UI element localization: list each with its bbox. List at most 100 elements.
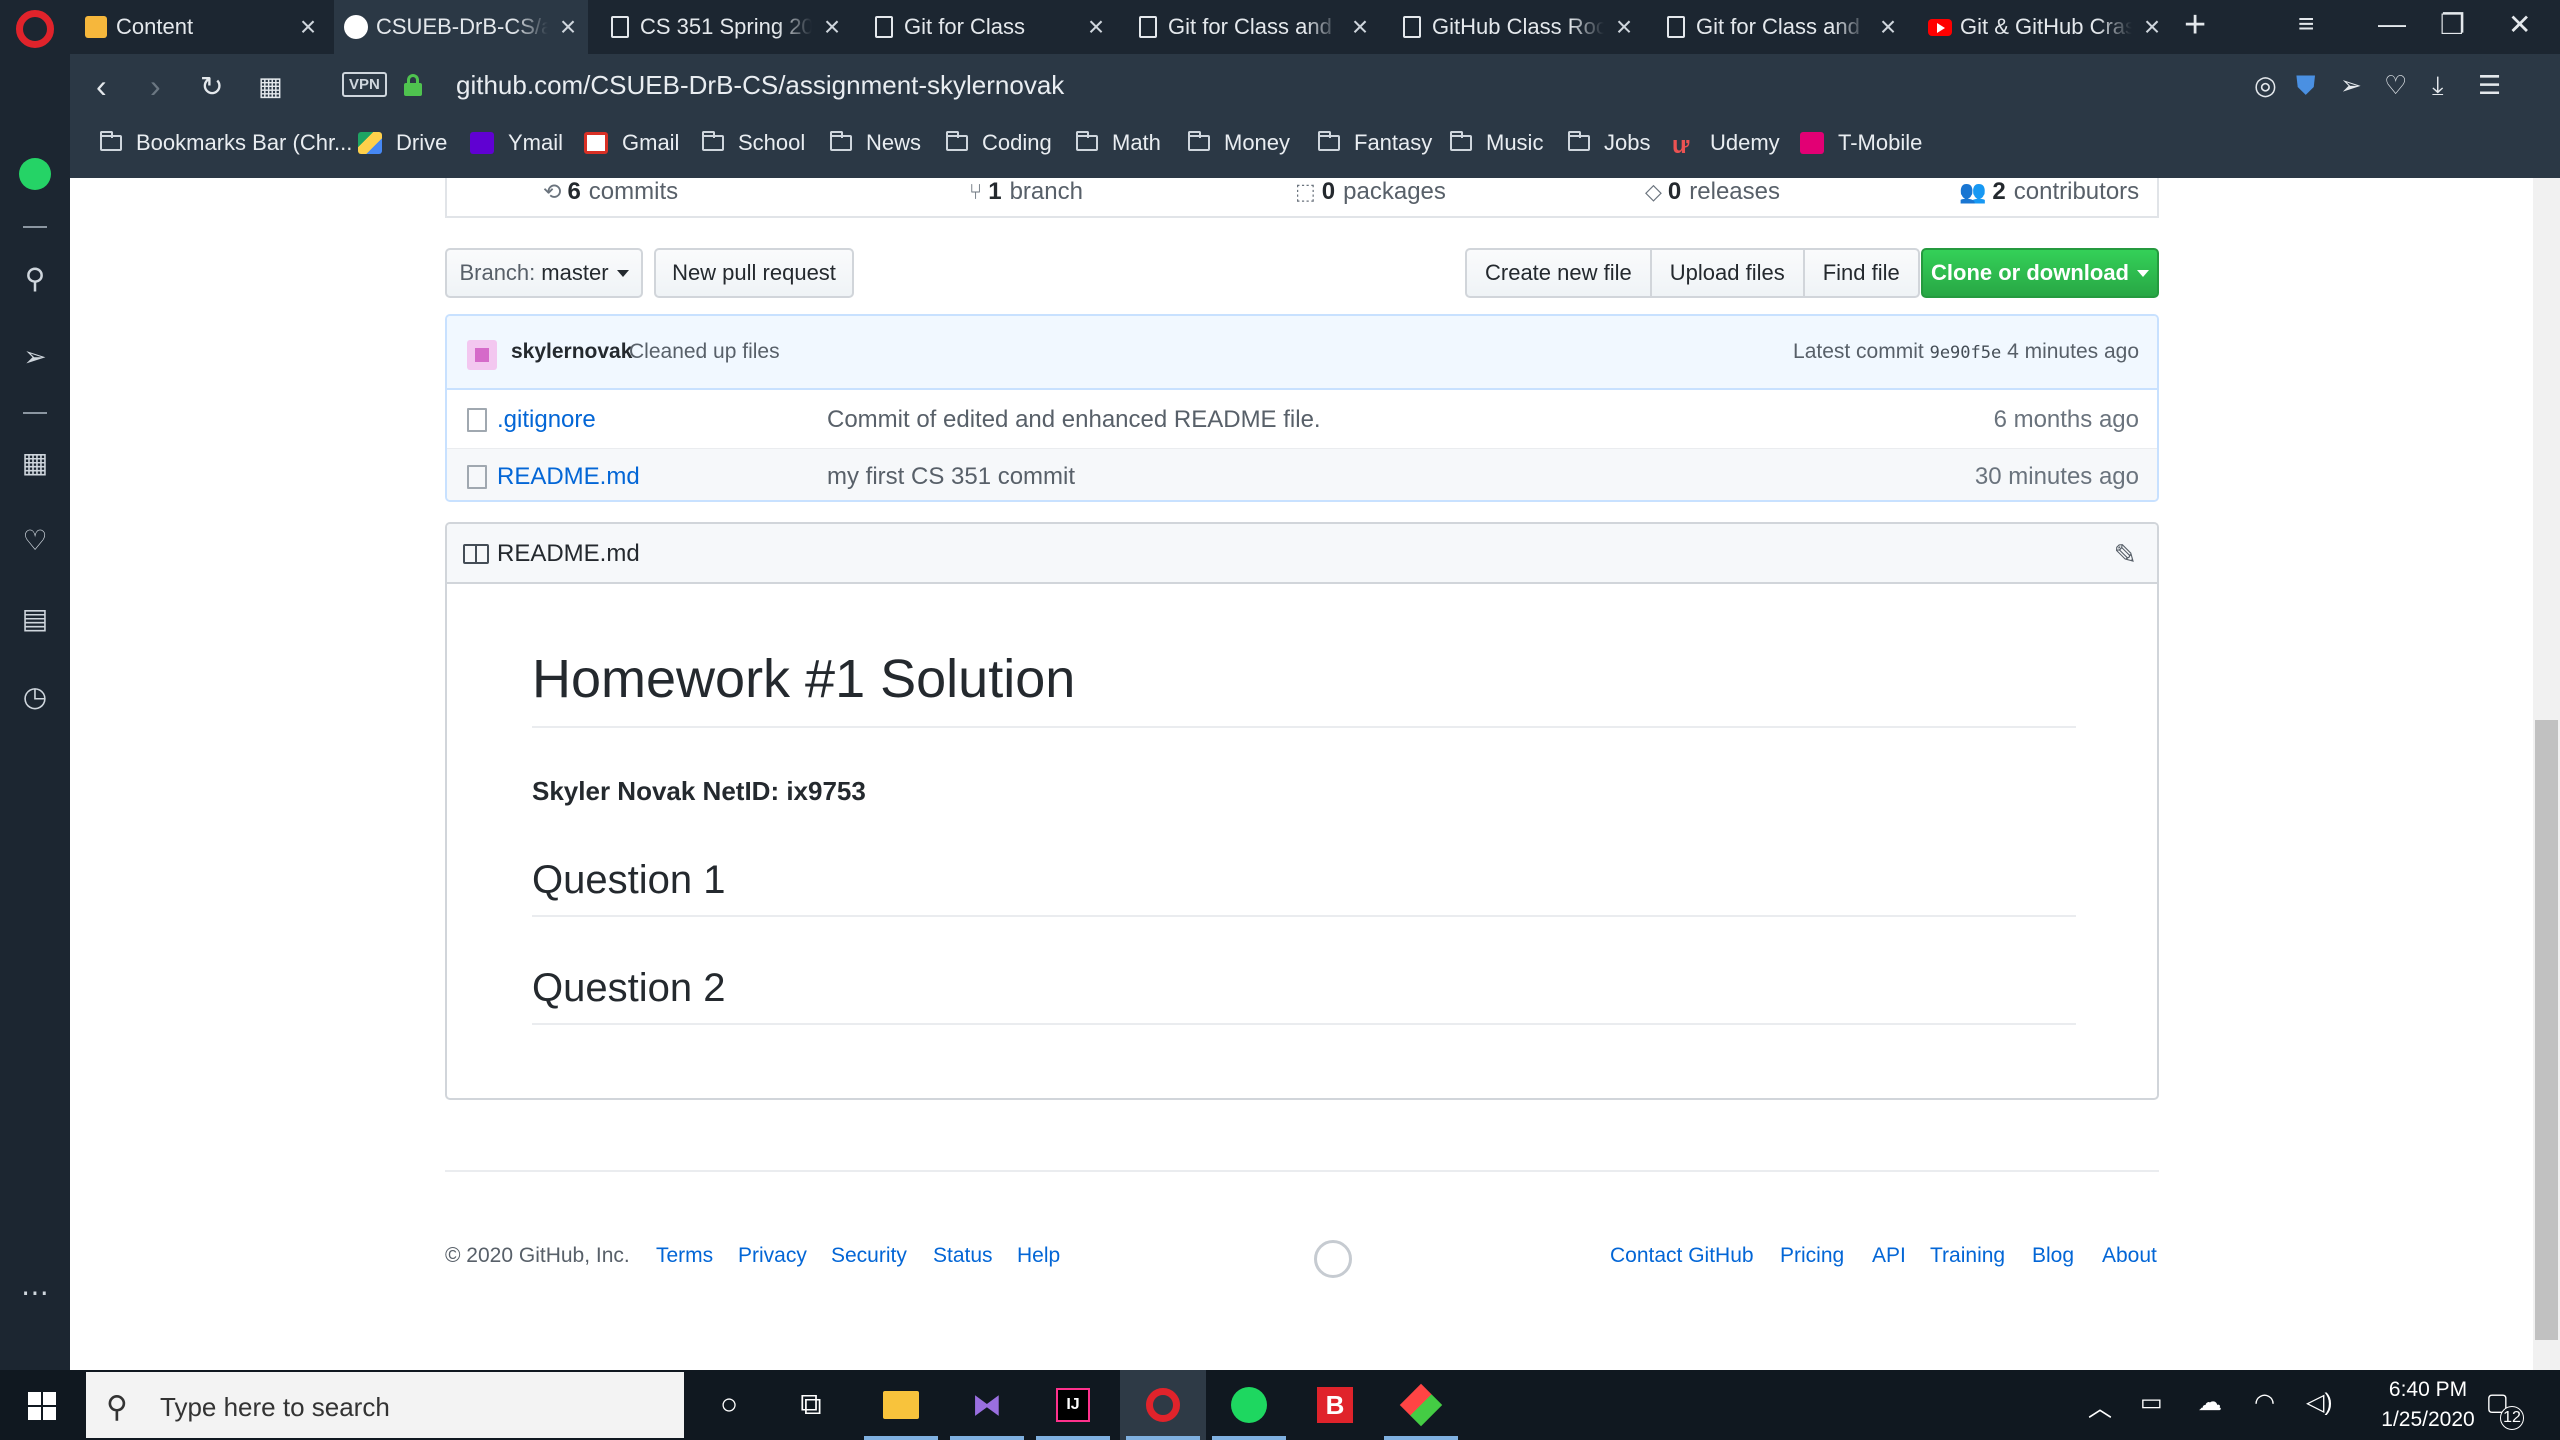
minimize-icon[interactable]: — [2378, 8, 2406, 40]
file-name-link[interactable]: .gitignore [497, 406, 596, 434]
download-icon[interactable]: ⤓ [2432, 70, 2444, 102]
file-explorer-icon[interactable] [878, 1382, 924, 1428]
bookmark-fantasy[interactable]: Fantasy [1318, 130, 1432, 156]
bookmark-ymail[interactable]: Ymail [470, 130, 563, 156]
cortana-icon[interactable]: ○ [706, 1382, 752, 1428]
bookmark-gmail[interactable]: Gmail [584, 130, 679, 156]
send-icon[interactable]: ➢ [2340, 70, 2362, 101]
avatar[interactable] [467, 340, 497, 370]
bookmark-school[interactable]: School [702, 130, 805, 156]
footer-link-training[interactable]: Training [1930, 1244, 2005, 1268]
close-window-icon[interactable]: ✕ [2508, 8, 2531, 41]
file-name-link[interactable]: README.md [497, 463, 640, 491]
footer-link-api[interactable]: API [1872, 1244, 1906, 1268]
footer-link-security[interactable]: Security [831, 1244, 907, 1268]
clone-or-download-button[interactable]: Clone or download [1921, 248, 2159, 298]
news-icon[interactable]: ▤ [0, 602, 70, 635]
close-icon[interactable]: × [1604, 11, 1644, 43]
commit-message-link[interactable]: Cleaned up files [629, 340, 780, 364]
create-new-file-button[interactable]: Create new file [1467, 250, 1652, 296]
bookmark-udemy[interactable]: ư Udemy [1672, 130, 1780, 159]
scrollbar-thumb[interactable] [2535, 720, 2558, 1340]
tab-youtube[interactable]: Git & GitHub Crash Course × [1918, 0, 2172, 54]
tab-git-setup-2[interactable]: Git for Class and Setup × [1654, 0, 1908, 54]
footer-link-status[interactable]: Status [933, 1244, 993, 1268]
vpn-badge[interactable]: VPN [342, 72, 387, 97]
file-commit-link[interactable]: Commit of edited and enhanced README fil… [827, 406, 1321, 434]
shield-icon[interactable]: ⛊ [2296, 70, 2316, 102]
find-file-button[interactable]: Find file [1805, 250, 1918, 296]
camera-icon[interactable]: ◎ [2254, 70, 2277, 101]
close-icon[interactable]: × [1076, 11, 1116, 43]
branch-select-button[interactable]: Branch: master [445, 248, 643, 298]
new-pull-request-button[interactable]: New pull request [654, 248, 854, 298]
footer-link-contact[interactable]: Contact GitHub [1610, 1244, 1754, 1268]
tab-cs351[interactable]: CS 351 Spring 2020 × [598, 0, 852, 54]
contributors-link[interactable]: 👥 2 contributors [1959, 178, 2139, 206]
tab-menu-icon[interactable]: ≡ [2298, 8, 2314, 40]
search-icon[interactable]: ⚲ [0, 262, 70, 295]
footer-link-pricing[interactable]: Pricing [1780, 1244, 1844, 1268]
commit-author-link[interactable]: skylernovak [511, 340, 632, 364]
intellij-icon[interactable]: IJ [1050, 1382, 1096, 1428]
close-icon[interactable]: × [288, 11, 328, 43]
opera-logo-icon[interactable] [16, 10, 54, 48]
bookmark-money[interactable]: Money [1188, 130, 1290, 156]
wifi-icon[interactable]: ◠ [2254, 1388, 2275, 1417]
bookmark-drive[interactable]: Drive [358, 130, 447, 156]
close-icon[interactable]: × [2132, 11, 2172, 43]
restore-icon[interactable]: ❐ [2440, 8, 2465, 41]
heart-icon[interactable]: ♡ [0, 524, 70, 557]
git-kraken-icon[interactable] [1398, 1382, 1444, 1428]
tab-content[interactable]: Content × [74, 0, 328, 54]
volume-icon[interactable]: ◁) [2306, 1388, 2332, 1417]
onedrive-icon[interactable]: ☁ [2198, 1388, 2222, 1417]
close-icon[interactable]: × [548, 11, 588, 43]
battery-icon[interactable]: ▭ [2140, 1388, 2163, 1417]
heart-icon[interactable]: ♡ [2384, 70, 2407, 101]
windows-start-icon[interactable] [28, 1392, 56, 1420]
bookmark-coding[interactable]: Coding [946, 130, 1052, 156]
back-icon[interactable]: ‹ [96, 68, 107, 105]
bookmark-tmobile[interactable]: T-Mobile [1800, 130, 1922, 156]
tab-github-classroom[interactable]: GitHub Class Room × [1390, 0, 1644, 54]
footer-link-terms[interactable]: Terms [656, 1244, 713, 1268]
footer-link-blog[interactable]: Blog [2032, 1244, 2074, 1268]
whatsapp-icon[interactable] [19, 158, 51, 190]
tab-git-for-class[interactable]: Git for Class × [862, 0, 1116, 54]
forward-icon[interactable]: › [150, 68, 161, 105]
pencil-icon[interactable]: ✎ [2114, 538, 2137, 571]
commits-link[interactable]: ⟲ 6 commits [543, 178, 678, 206]
taskbar-search-box[interactable]: ⚲ Type here to search [86, 1372, 684, 1438]
footer-link-help[interactable]: Help [1017, 1244, 1060, 1268]
close-icon[interactable]: × [1340, 11, 1380, 43]
bookmark-bookmarks-bar[interactable]: Bookmarks Bar (Chr... [100, 130, 352, 156]
speed-dial-icon[interactable]: ▦ [0, 446, 70, 479]
bookmark-music[interactable]: Music [1450, 130, 1543, 156]
speed-dial-icon[interactable]: ▦ [258, 71, 283, 102]
url-field[interactable]: github.com/CSUEB-DrB-CS/assignment-skyle… [456, 70, 1064, 101]
bookmark-jobs[interactable]: Jobs [1568, 130, 1650, 156]
clock-time[interactable]: 6:40 PM [2368, 1378, 2488, 1402]
tab-git-setup[interactable]: Git for Class and Setup × [1126, 0, 1380, 54]
new-tab-button[interactable]: + [2184, 4, 2206, 47]
bookmark-news[interactable]: News [830, 130, 921, 156]
bitdefender-icon[interactable]: B [1312, 1382, 1358, 1428]
tab-github-repo[interactable]: CSUEB-DrB-CS/assignment-skylernovak × [334, 0, 588, 54]
bookmark-math[interactable]: Math [1076, 130, 1161, 156]
clock-date[interactable]: 1/25/2020 [2358, 1408, 2498, 1432]
lock-icon[interactable] [404, 74, 422, 96]
more-icon[interactable]: ⋯ [0, 1276, 70, 1309]
github-logo-icon[interactable] [1314, 1240, 1352, 1278]
send-icon[interactable]: ➢ [0, 340, 70, 373]
upload-files-button[interactable]: Upload files [1652, 250, 1805, 296]
spotify-icon[interactable] [1226, 1382, 1272, 1428]
footer-link-privacy[interactable]: Privacy [738, 1244, 807, 1268]
packages-link[interactable]: ⬚ 0 packages [1295, 178, 1446, 206]
branch-link[interactable]: ⑂ 1 branch [969, 178, 1083, 206]
file-commit-link[interactable]: my first CS 351 commit [827, 463, 1075, 491]
commit-sha-link[interactable]: 9e90f5e [1930, 343, 2002, 363]
task-view-icon[interactable]: ⧉ [788, 1382, 834, 1428]
visual-studio-icon[interactable]: ⧓ [964, 1382, 1010, 1428]
easy-setup-icon[interactable]: ☰ [2478, 70, 2501, 101]
